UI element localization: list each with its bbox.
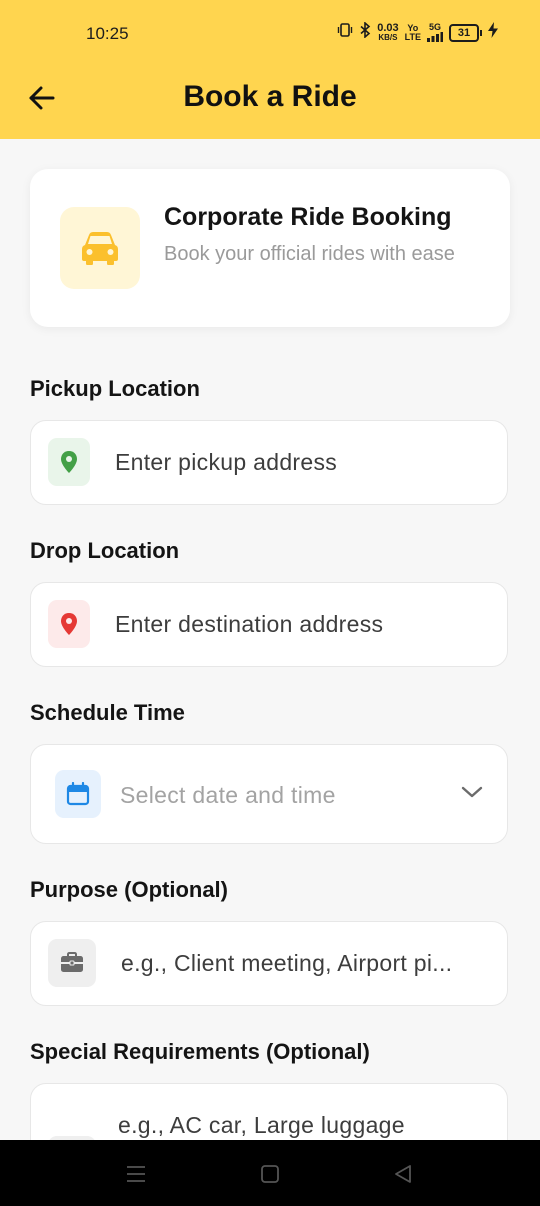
purpose-placeholder: e.g., Client meeting, Airport pi...: [121, 950, 453, 976]
calendar-icon: [66, 782, 90, 806]
pickup-icon-container: [48, 438, 90, 486]
schedule-icon-container: [55, 770, 101, 818]
chevron-down-icon: [461, 785, 483, 804]
bluetooth-icon: [359, 21, 371, 43]
purpose-input[interactable]: e.g., Client meeting, Airport pi...: [30, 921, 508, 1006]
briefcase-icon: [61, 952, 83, 972]
vibrate-icon: [337, 22, 353, 43]
drop-placeholder: Enter destination address: [115, 611, 384, 637]
schedule-time-label: Schedule Time: [30, 700, 185, 725]
pickup-address-input[interactable]: Enter pickup address: [30, 420, 508, 505]
location-pin-icon: [61, 613, 77, 635]
charging-icon: [488, 22, 498, 43]
network-speed: 0.03 KB/S: [377, 21, 399, 42]
signal-indicator: 5G: [427, 23, 443, 42]
volte-bottom: LTE: [404, 31, 421, 42]
network-type: 5G: [428, 22, 441, 32]
system-nav-bar: [0, 1140, 540, 1206]
pickup-placeholder: Enter pickup address: [115, 449, 338, 475]
volte-indicator: Yo LTE: [404, 23, 421, 42]
battery-level: 31: [449, 23, 479, 42]
card-title: Corporate Ride Booking: [164, 203, 452, 231]
car-icon-container: [60, 207, 140, 289]
back-triangle-icon[interactable]: [389, 1160, 417, 1188]
home-square-icon[interactable]: [256, 1160, 284, 1188]
purpose-icon-container: [48, 939, 96, 987]
pickup-location-label: Pickup Location: [30, 376, 200, 401]
destination-address-input[interactable]: Enter destination address: [30, 582, 508, 667]
schedule-placeholder: Select date and time: [120, 782, 336, 808]
status-time: 10:25: [86, 24, 129, 43]
status-icons: 0.03 KB/S Yo LTE 5G 31: [337, 21, 498, 43]
app-bar: 10:25 0.03 KB/S Yo LTE 5G 31 Book a Ride: [0, 0, 540, 139]
network-speed-unit: KB/S: [378, 32, 398, 42]
purpose-label: Purpose (Optional): [30, 877, 228, 902]
drop-icon-container: [48, 600, 90, 648]
corporate-booking-card: Corporate Ride Booking Book your officia…: [30, 169, 510, 327]
network-speed-value: 0.03: [377, 21, 399, 34]
status-bar: 10:25 0.03 KB/S Yo LTE 5G 31: [0, 0, 540, 70]
car-icon: [82, 232, 118, 265]
card-subtitle: Book your official rides with ease: [164, 243, 455, 265]
menu-icon[interactable]: [122, 1160, 150, 1188]
page-title: Book a Ride: [183, 80, 357, 113]
schedule-time-dropdown[interactable]: Select date and time: [30, 744, 508, 844]
location-pin-icon: [61, 451, 77, 473]
battery-indicator: 31: [449, 23, 482, 42]
battery-tip: [480, 29, 482, 36]
special-requirements-label: Special Requirements (Optional): [30, 1039, 370, 1064]
special-placeholder: e.g., AC car, Large luggage: [118, 1112, 405, 1138]
signal-icon: [427, 32, 443, 42]
drop-location-label: Drop Location: [30, 538, 180, 563]
